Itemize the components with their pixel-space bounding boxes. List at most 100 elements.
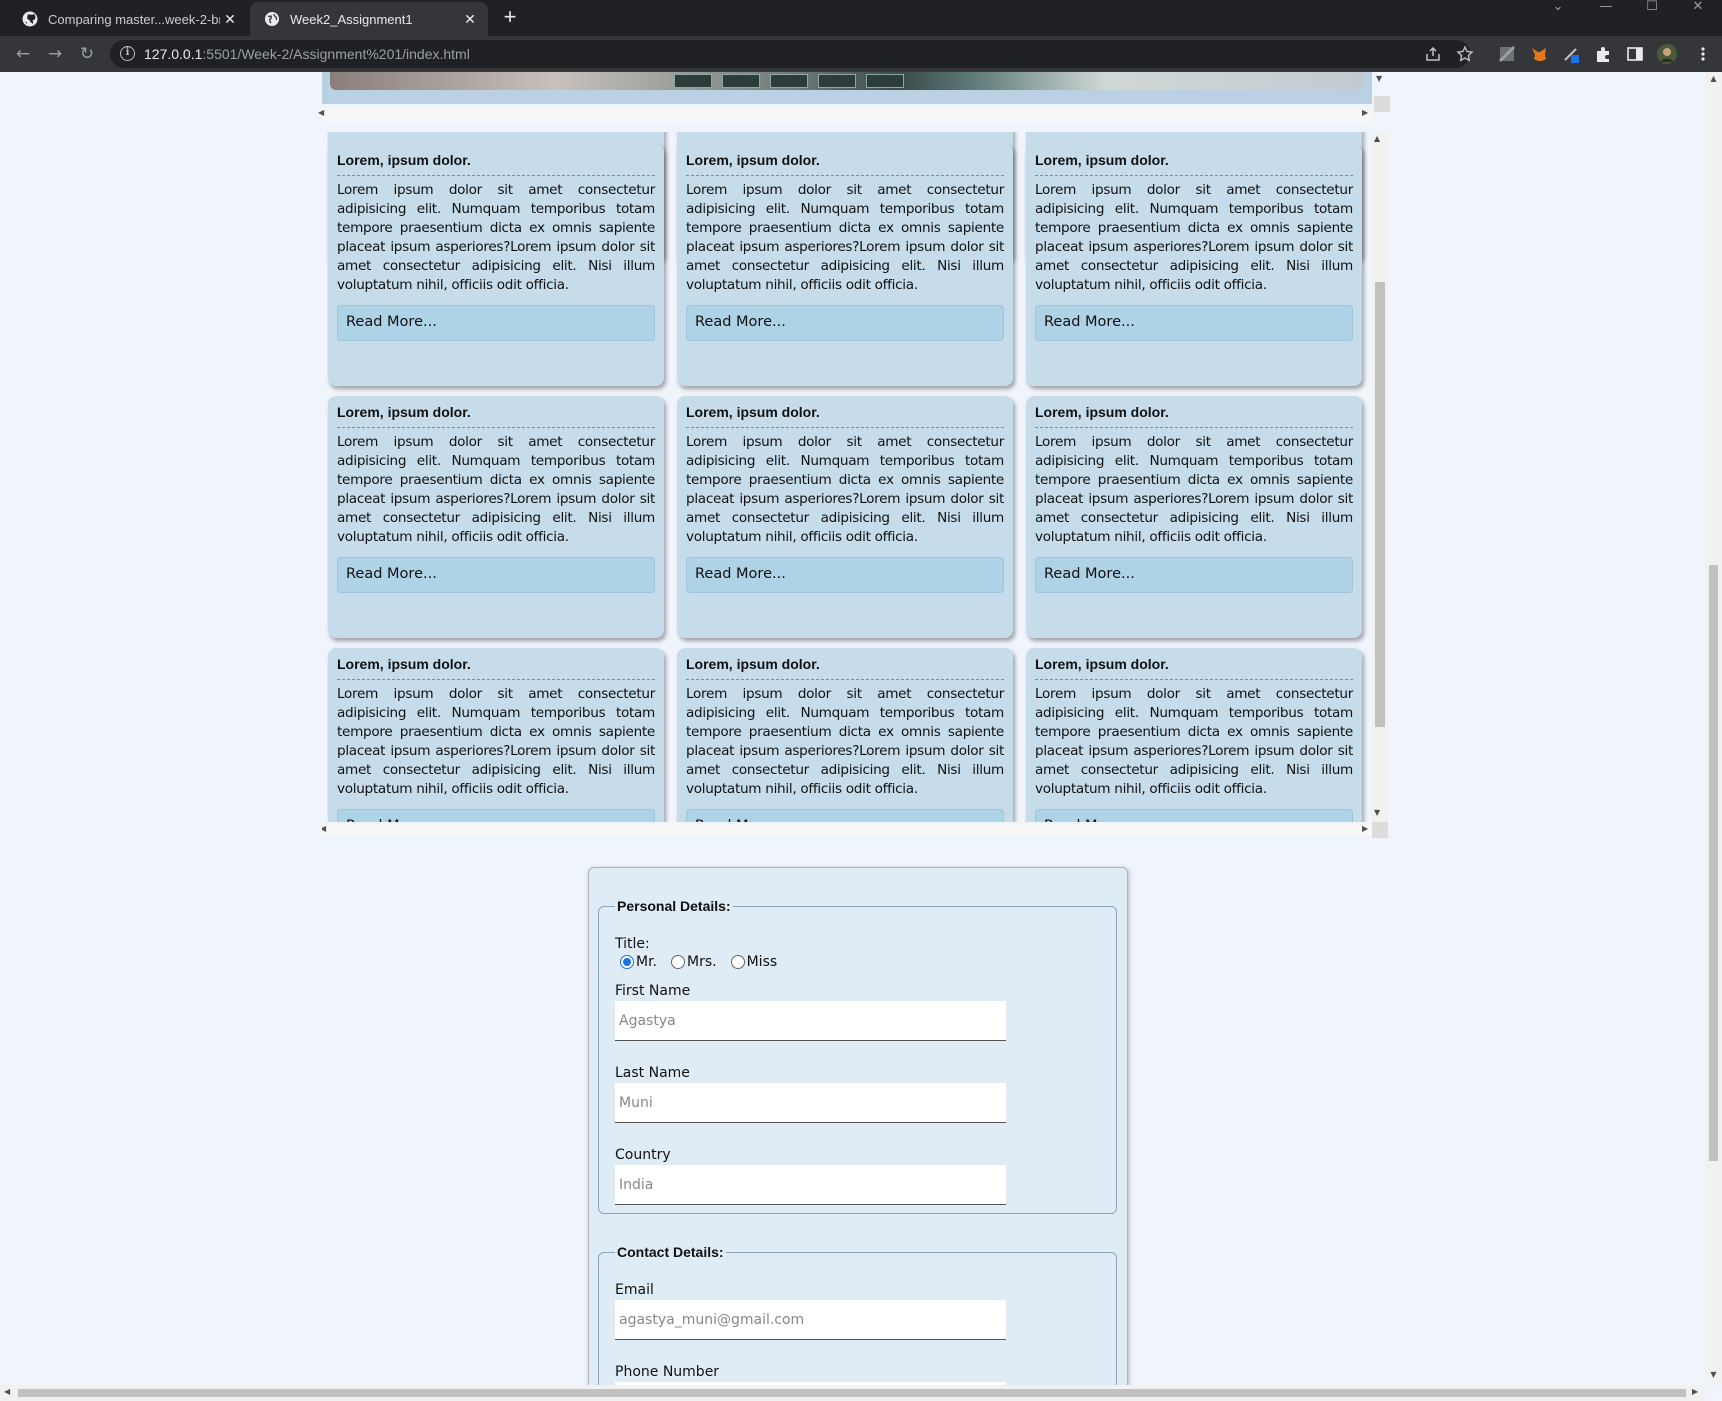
- page-viewport: ◀ ▶ ▼ Lorem, ipsum dolor. Lorem ipsum do…: [0, 72, 1705, 1385]
- scroll-right-arrow-icon[interactable]: ▶: [1362, 824, 1368, 833]
- more-menu-icon[interactable]: [1694, 45, 1712, 63]
- scroll-right-arrow-icon[interactable]: ▶: [1362, 108, 1368, 117]
- card-title: Lorem, ipsum dolor.: [1035, 404, 1353, 428]
- globe-icon: [264, 11, 280, 27]
- close-tab-icon[interactable]: ✕: [220, 9, 240, 29]
- extensions-puzzle-icon[interactable]: [1594, 45, 1612, 63]
- scroll-left-arrow-icon[interactable]: ◀: [322, 824, 326, 833]
- scroll-up-arrow-icon[interactable]: ▲: [1374, 134, 1380, 143]
- country-field[interactable]: [615, 1165, 1006, 1205]
- card-title: Lorem, ipsum dolor.: [1035, 656, 1353, 680]
- personal-details-fieldset: Personal Details: Title: Mr. Mrs. Miss F…: [598, 898, 1117, 1214]
- scrollbar-thumb[interactable]: [18, 1389, 1686, 1397]
- last-name-label: Last Name: [615, 1065, 690, 1081]
- cards-horizontal-scrollbar[interactable]: ◀ ▶: [322, 824, 1372, 836]
- title-label: Title:: [615, 936, 650, 952]
- cards-scroll-container[interactable]: Lorem, ipsum dolor. Lorem ipsum dolor si…: [322, 132, 1388, 894]
- card-text: Lorem ipsum dolor sit amet consectetur a…: [1035, 434, 1353, 545]
- card-title: Lorem, ipsum dolor.: [1035, 152, 1353, 176]
- new-tab-plus-icon[interactable]: +: [498, 6, 522, 30]
- page-vertical-scrollbar[interactable]: ▲ ▼: [1705, 72, 1722, 1385]
- keyboard-key: [674, 74, 712, 88]
- radio-miss[interactable]: [730, 955, 745, 969]
- back-arrow-icon[interactable]: ←: [12, 44, 34, 66]
- pen-extension-icon[interactable]: [1562, 45, 1580, 63]
- cards-vertical-scrollbar[interactable]: ▲ ▼: [1372, 132, 1388, 822]
- card: Lorem, ipsum dolor. Lorem ipsum dolor si…: [328, 396, 664, 638]
- card-text: Lorem ipsum dolor sit amet consectetur a…: [1035, 686, 1353, 797]
- keyboard-key: [770, 74, 808, 88]
- email-label: Email: [615, 1282, 654, 1298]
- radio-mrs[interactable]: [671, 955, 685, 969]
- contact-details-legend: Contact Details:: [617, 1244, 724, 1260]
- tab-week2-assignment[interactable]: Week2_Assignment1 ✕: [250, 2, 488, 36]
- forward-arrow-icon[interactable]: →: [44, 44, 66, 66]
- card-title: Lorem, ipsum dolor.: [337, 152, 655, 176]
- scroll-down-arrow-icon[interactable]: ▼: [1705, 1370, 1722, 1379]
- read-more-button[interactable]: Read More...: [337, 557, 655, 593]
- card-title: Lorem, ipsum dolor.: [686, 152, 1004, 176]
- share-icon[interactable]: [1424, 45, 1442, 63]
- radio-mr-label: Mr.: [636, 954, 657, 970]
- card-title: Lorem, ipsum dolor.: [686, 656, 1004, 680]
- url-text: 127.0.0.1:5501/Week-2/Assignment%201/ind…: [144, 46, 470, 62]
- card: Lorem, ipsum dolor. Lorem ipsum dolor si…: [1026, 396, 1362, 638]
- card-title: Lorem, ipsum dolor.: [337, 404, 655, 428]
- profile-avatar-icon[interactable]: [1656, 43, 1678, 65]
- contact-details-fieldset: Contact Details: Email Phone Number: [598, 1244, 1117, 1385]
- scrollbar-thumb[interactable]: [1375, 282, 1385, 727]
- tab-github-compare[interactable]: Comparing master...week-2-bran ✕: [8, 2, 248, 36]
- email-field[interactable]: [615, 1300, 1006, 1340]
- scrollbar-thumb[interactable]: [1709, 565, 1718, 1161]
- scroll-down-arrow-icon[interactable]: ▼: [1376, 74, 1382, 83]
- metamask-fox-icon[interactable]: [1530, 45, 1548, 63]
- browser-toolbar: ← → ↻ i 127.0.0.1:5501/Week-2/Assignment…: [0, 36, 1722, 72]
- first-name-field[interactable]: [615, 1001, 1006, 1041]
- window-close-icon[interactable]: ✕: [1682, 0, 1714, 18]
- country-label: Country: [615, 1147, 671, 1163]
- last-name-field[interactable]: [615, 1083, 1006, 1123]
- keyboard-key: [722, 74, 760, 88]
- image-box-horizontal-scrollbar[interactable]: ◀ ▶: [318, 108, 1372, 122]
- card: Lorem, ipsum dolor. Lorem ipsum dolor si…: [1026, 144, 1362, 386]
- maximize-icon[interactable]: ☐: [1636, 0, 1668, 18]
- tab-title: Week2_Assignment1: [290, 11, 413, 27]
- card: Lorem, ipsum dolor. Lorem ipsum dolor si…: [677, 144, 1013, 386]
- keyboard-key: [866, 74, 904, 88]
- scroll-left-arrow-icon[interactable]: ◀: [318, 108, 324, 117]
- read-more-button[interactable]: Read More...: [1035, 557, 1353, 593]
- card-title: Lorem, ipsum dolor.: [686, 404, 1004, 428]
- read-more-button[interactable]: Read More...: [686, 305, 1004, 341]
- card-text: Lorem ipsum dolor sit amet consectetur a…: [686, 686, 1004, 797]
- minimize-icon[interactable]: —: [1590, 0, 1622, 18]
- browser-tab-bar: Comparing master...week-2-bran ✕ Week2_A…: [0, 0, 1722, 36]
- card-text: Lorem ipsum dolor sit amet consectetur a…: [337, 182, 655, 293]
- side-panel-icon[interactable]: [1626, 45, 1644, 63]
- title-radio-group: Mr. Mrs. Miss: [615, 954, 1100, 970]
- bookmark-star-icon[interactable]: [1456, 45, 1474, 63]
- scrollbar-corner: [1374, 96, 1390, 112]
- card-text: Lorem ipsum dolor sit amet consectetur a…: [1035, 182, 1353, 293]
- tab-title: Comparing master...week-2-bran: [48, 11, 220, 27]
- page-horizontal-scrollbar[interactable]: ◀ ▶: [0, 1385, 1705, 1401]
- extension-image-icon[interactable]: [1498, 45, 1516, 63]
- read-more-button[interactable]: Read More...: [686, 557, 1004, 593]
- reload-icon[interactable]: ↻: [76, 44, 98, 66]
- tab-search-chevron-icon[interactable]: ⌄: [1542, 0, 1574, 18]
- image-box: [322, 72, 1372, 104]
- close-tab-icon[interactable]: ✕: [460, 9, 480, 29]
- scroll-up-arrow-icon[interactable]: ▲: [1705, 74, 1722, 83]
- card-title: Lorem, ipsum dolor.: [337, 656, 655, 680]
- address-bar[interactable]: i 127.0.0.1:5501/Week-2/Assignment%201/i…: [110, 40, 1474, 68]
- card: Lorem, ipsum dolor. Lorem ipsum dolor si…: [328, 144, 664, 386]
- site-info-icon[interactable]: i: [120, 46, 135, 61]
- scroll-left-arrow-icon[interactable]: ◀: [4, 1387, 10, 1396]
- scroll-down-arrow-icon[interactable]: ▼: [1374, 808, 1380, 817]
- read-more-button[interactable]: Read More...: [1035, 305, 1353, 341]
- personal-details-legend: Personal Details:: [617, 898, 731, 914]
- radio-mr[interactable]: [620, 955, 634, 969]
- scrollbar-corner: [1372, 822, 1388, 838]
- card-text: Lorem ipsum dolor sit amet consectetur a…: [686, 434, 1004, 545]
- read-more-button[interactable]: Read More...: [337, 305, 655, 341]
- scroll-right-arrow-icon[interactable]: ▶: [1692, 1387, 1698, 1396]
